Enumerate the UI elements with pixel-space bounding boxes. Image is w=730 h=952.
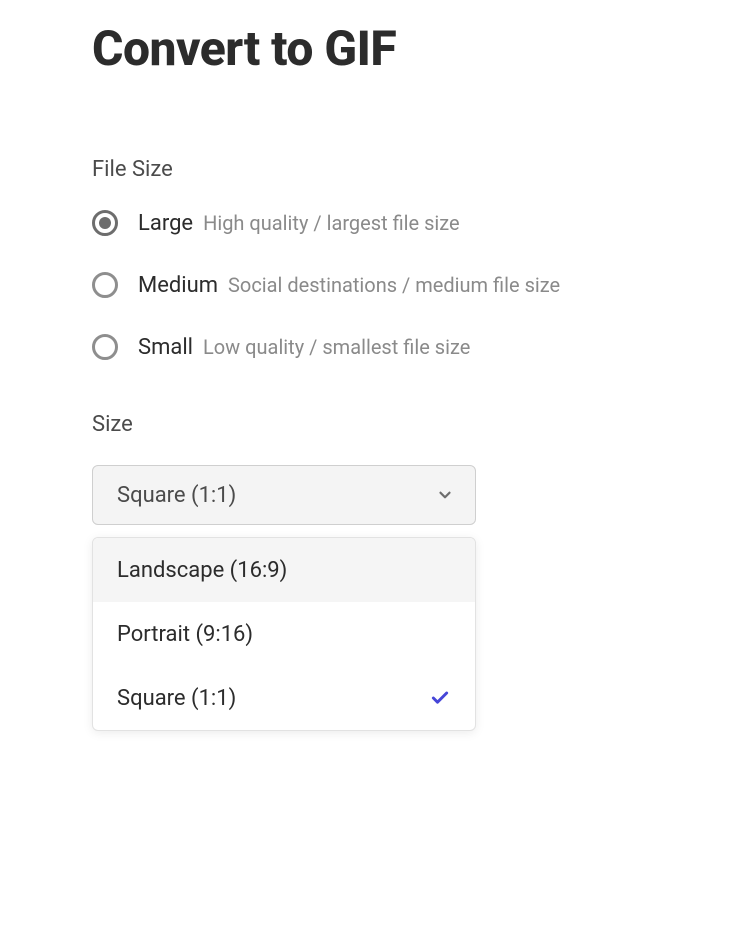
radio-description: High quality / largest file size bbox=[203, 211, 460, 235]
radio-unselected-icon bbox=[92, 272, 118, 298]
radio-label: Small bbox=[138, 335, 193, 360]
size-select-value: Square (1:1) bbox=[117, 483, 236, 508]
check-icon bbox=[429, 687, 451, 709]
file-size-label: File Size bbox=[92, 157, 638, 182]
radio-medium[interactable]: Medium Social destinations / medium file… bbox=[92, 272, 638, 298]
radio-description: Social destinations / medium file size bbox=[228, 273, 560, 297]
size-dropdown: Landscape (16:9) Portrait (9:16) Square … bbox=[92, 537, 476, 731]
dropdown-option-portrait[interactable]: Portrait (9:16) bbox=[93, 602, 475, 666]
page-title: Convert to GIF bbox=[92, 20, 638, 77]
size-select: Square (1:1) Landscape (16:9) Portrait (… bbox=[92, 465, 476, 525]
size-select-trigger[interactable]: Square (1:1) bbox=[92, 465, 476, 525]
file-size-radio-group: Large High quality / largest file size M… bbox=[92, 210, 638, 360]
radio-large[interactable]: Large High quality / largest file size bbox=[92, 210, 638, 236]
radio-small[interactable]: Small Low quality / smallest file size bbox=[92, 334, 638, 360]
dropdown-option-label: Square (1:1) bbox=[117, 686, 236, 711]
dropdown-option-label: Landscape (16:9) bbox=[117, 558, 287, 583]
dropdown-option-label: Portrait (9:16) bbox=[117, 622, 253, 647]
dropdown-option-square[interactable]: Square (1:1) bbox=[93, 666, 475, 730]
radio-label: Large bbox=[138, 211, 193, 236]
radio-description: Low quality / smallest file size bbox=[203, 335, 470, 359]
radio-unselected-icon bbox=[92, 334, 118, 360]
chevron-down-icon bbox=[435, 485, 455, 505]
size-label: Size bbox=[92, 412, 638, 437]
radio-label: Medium bbox=[138, 273, 218, 298]
dropdown-option-landscape[interactable]: Landscape (16:9) bbox=[93, 538, 475, 602]
radio-selected-icon bbox=[92, 210, 118, 236]
